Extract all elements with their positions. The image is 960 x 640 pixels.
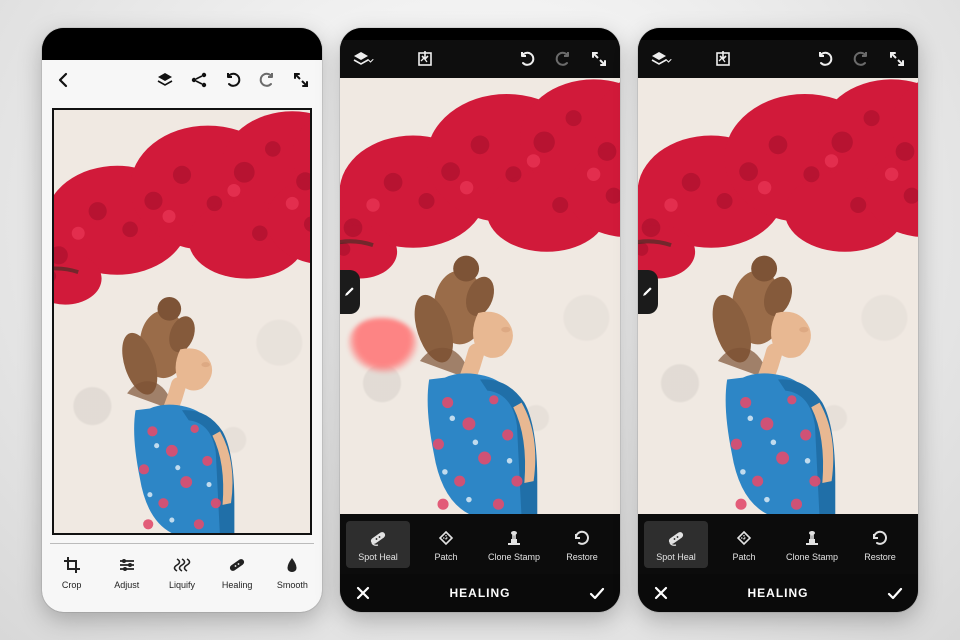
tool-label: Adjust — [114, 580, 139, 590]
patch-icon — [435, 527, 457, 549]
healing-tool-row: Spot Heal Patch Clone Stamp Restore — [340, 514, 620, 574]
back-icon[interactable] — [54, 71, 72, 89]
redo-icon[interactable] — [554, 50, 572, 68]
layers-icon[interactable] — [650, 50, 668, 68]
top-toolbar — [42, 60, 322, 100]
crop-icon — [61, 554, 83, 576]
layers-icon[interactable] — [156, 71, 174, 89]
tool-label: Patch — [732, 552, 755, 562]
tool-patch[interactable]: Patch — [712, 521, 776, 568]
tool-label: Clone Stamp — [786, 552, 838, 562]
expand-icon[interactable] — [292, 71, 310, 89]
brush-settings-tab[interactable] — [638, 270, 658, 314]
import-image-icon[interactable] — [416, 50, 434, 68]
tool-smooth[interactable]: Smooth — [266, 550, 318, 594]
tool-label: Patch — [434, 552, 457, 562]
tool-label: Spot Heal — [656, 552, 696, 562]
tool-clone-stamp[interactable]: Clone Stamp — [780, 521, 844, 568]
spot-heal-icon — [367, 527, 389, 549]
tool-patch[interactable]: Patch — [414, 521, 478, 568]
clone-stamp-icon — [801, 527, 823, 549]
share-icon[interactable] — [190, 71, 208, 89]
photo-canvas[interactable] — [52, 108, 312, 535]
tool-label: Crop — [62, 580, 82, 590]
smooth-icon — [281, 554, 303, 576]
photo-canvas[interactable] — [638, 78, 918, 514]
confirm-button[interactable] — [886, 584, 904, 602]
tool-spot-heal[interactable]: Spot Heal — [644, 521, 708, 568]
tool-liquify[interactable]: Liquify — [156, 550, 208, 594]
undo-icon[interactable] — [518, 50, 536, 68]
restore-icon — [571, 527, 593, 549]
tool-label: Restore — [566, 552, 598, 562]
redo-icon[interactable] — [852, 50, 870, 68]
layers-icon[interactable] — [352, 50, 370, 68]
clone-stamp-icon — [503, 527, 525, 549]
status-bar — [42, 28, 322, 60]
phone-1-light-editor: Crop Adjust Liquify Healing Smooth — [42, 28, 322, 612]
tool-label: Smooth — [277, 580, 308, 590]
top-toolbar — [638, 40, 918, 78]
liquify-icon — [171, 554, 193, 576]
top-toolbar — [340, 40, 620, 78]
status-bar — [340, 28, 620, 40]
undo-icon[interactable] — [816, 50, 834, 68]
redo-icon[interactable] — [258, 71, 276, 89]
cancel-button[interactable] — [354, 584, 372, 602]
healing-icon — [226, 554, 248, 576]
tool-label: Clone Stamp — [488, 552, 540, 562]
confirm-row: HEALING — [638, 574, 918, 612]
tool-restore[interactable]: Restore — [550, 521, 614, 568]
tool-label: Healing — [222, 580, 253, 590]
tool-adjust[interactable]: Adjust — [101, 550, 153, 594]
import-image-icon[interactable] — [714, 50, 732, 68]
confirm-row: HEALING — [340, 574, 620, 612]
bottom-tool-row: Crop Adjust Liquify Healing Smooth — [42, 544, 322, 612]
confirm-button[interactable] — [588, 584, 606, 602]
tool-label: Spot Heal — [358, 552, 398, 562]
undo-icon[interactable] — [224, 71, 242, 89]
healing-tool-row: Spot Heal Patch Clone Stamp Restore — [638, 514, 918, 574]
photo-canvas[interactable] — [340, 78, 620, 514]
brush-settings-tab[interactable] — [340, 270, 360, 314]
mode-title: HEALING — [372, 586, 588, 600]
tool-restore[interactable]: Restore — [848, 521, 912, 568]
phone-2-healing-active: Spot Heal Patch Clone Stamp Restore HEAL… — [340, 28, 620, 612]
mode-title: HEALING — [670, 586, 886, 600]
tool-spot-heal[interactable]: Spot Heal — [346, 521, 410, 568]
status-bar — [638, 28, 918, 40]
phone-3-healing-result: Spot Heal Patch Clone Stamp Restore HEAL… — [638, 28, 918, 612]
tool-label: Restore — [864, 552, 896, 562]
expand-icon[interactable] — [888, 50, 906, 68]
spot-heal-icon — [665, 527, 687, 549]
patch-icon — [733, 527, 755, 549]
tool-crop[interactable]: Crop — [46, 550, 98, 594]
tool-label: Liquify — [169, 580, 195, 590]
restore-icon — [869, 527, 891, 549]
cancel-button[interactable] — [652, 584, 670, 602]
tool-clone-stamp[interactable]: Clone Stamp — [482, 521, 546, 568]
adjust-icon — [116, 554, 138, 576]
expand-icon[interactable] — [590, 50, 608, 68]
tool-healing[interactable]: Healing — [211, 550, 263, 594]
